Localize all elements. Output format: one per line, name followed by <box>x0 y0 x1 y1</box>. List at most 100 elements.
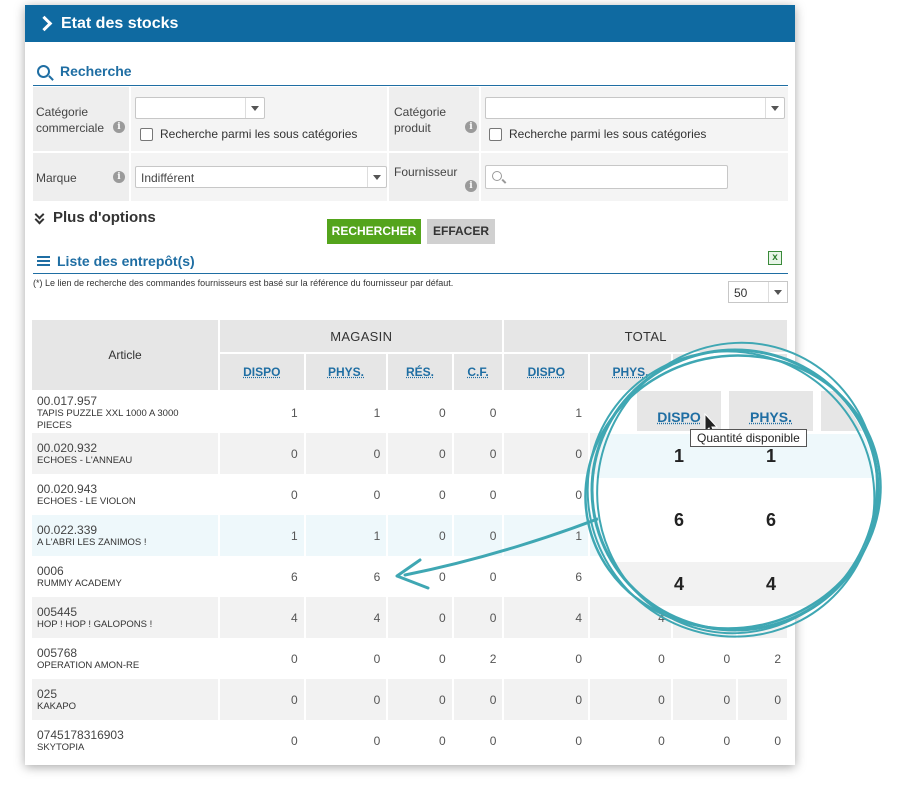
clear-button[interactable]: EFFACER <box>427 219 495 244</box>
article-cell[interactable]: 005768 OPERATION AMON-RE <box>32 638 220 679</box>
info-icon[interactable]: i <box>465 180 477 192</box>
zoom-column-header-label[interactable]: DISPO <box>637 409 721 425</box>
categorie-produit-select[interactable] <box>485 97 785 119</box>
search-icon <box>492 171 502 181</box>
column-header-label[interactable]: PHYS. <box>612 365 648 379</box>
stock-value-cell: 0 <box>504 638 591 679</box>
stock-value-cell: 0 <box>454 556 505 597</box>
checkbox-box[interactable] <box>489 127 502 141</box>
marque-label: Marque <box>36 171 77 185</box>
stock-value-cell: 0 <box>220 474 306 515</box>
article-cell[interactable]: 0745178316903 SKYTOPIA <box>32 720 220 761</box>
article-cell[interactable]: 005445 HOP ! HOP ! GALOPONS ! <box>32 597 220 638</box>
article-label: ECHOES - L'ANNEAU <box>37 454 133 466</box>
article-code: 00.022.339 <box>37 522 98 537</box>
info-icon[interactable]: i <box>113 171 125 183</box>
stock-value-cell: 0 <box>590 679 673 720</box>
stock-value-cell: 0 <box>220 720 306 761</box>
article-cell[interactable]: 00.017.957 TAPIS PUZZLE XXL 1000 A 3000 P… <box>32 392 220 433</box>
stock-value-cell: 0 <box>306 474 389 515</box>
stock-value-cell: 0 <box>504 474 591 515</box>
stock-value-cell: 0 <box>306 638 389 679</box>
stock-value-cell: 0 <box>590 720 673 761</box>
stock-value-cell: 0 <box>738 720 789 761</box>
article-cell[interactable]: 00.020.943 ECHOES - LE VIOLON <box>32 474 220 515</box>
categorie-commerciale-select[interactable] <box>135 97 265 119</box>
checkbox-box[interactable] <box>140 127 153 141</box>
stock-value-cell: 0 <box>673 638 739 679</box>
list-heading: Liste des entrepôt(s) <box>57 253 195 269</box>
title-bar[interactable]: Etat des stocks <box>25 5 795 42</box>
column-header[interactable]: PHYS. <box>305 354 389 392</box>
stock-value-cell: 0 <box>453 433 505 474</box>
article-header[interactable]: Article <box>32 320 220 392</box>
table-row[interactable]: 0745178316903 SKYTOPIA 0 0 0 0 0 0 0 0 <box>32 720 789 761</box>
more-options-toggle[interactable]: Plus d'options <box>35 209 156 226</box>
chevron-down-icon <box>768 282 787 302</box>
stock-value-cell: 0 <box>388 679 454 720</box>
table-row[interactable]: 025 KAKAPO 0 0 0 0 0 0 0 0 <box>32 679 789 720</box>
stock-value-cell: 4 <box>504 597 591 638</box>
stock-value-cell: 0 <box>454 720 505 761</box>
column-header-label[interactable]: PHYS. <box>328 365 364 379</box>
zoom-value-cell: 6 <box>673 510 684 530</box>
article-cell[interactable]: 025 KAKAPO <box>32 679 220 720</box>
fournisseur-label-cell: Fournisseur i <box>389 153 479 201</box>
article-cell[interactable]: 00.022.339 A L'ABRI LES ZANIMOS ! <box>32 515 220 556</box>
categorie-produit-subcat-checkbox[interactable]: Recherche parmi les sous catégories <box>489 127 706 141</box>
categorie-produit-field-cell: Recherche parmi les sous catégories <box>481 87 788 151</box>
article-cell[interactable]: 0006 RUMMY ACADEMY <box>32 556 220 597</box>
tooltip: Quantité disponible <box>690 429 807 447</box>
column-header[interactable]: DISPO <box>504 354 591 392</box>
stock-value-cell: 0 <box>504 679 591 720</box>
page-size-value: 50 <box>734 286 748 300</box>
zoom-column-header-label[interactable]: PHYS. <box>729 409 813 425</box>
fournisseur-label: Fournisseur <box>394 165 458 179</box>
stock-value-cell: 1 <box>504 392 591 433</box>
page-title: Etat des stocks <box>61 14 179 32</box>
page-size-select[interactable]: 50 <box>728 281 788 303</box>
table-row[interactable]: 005768 OPERATION AMON-RE 0 0 0 2 0 0 0 2 <box>32 638 789 679</box>
zoom-value-cell: 4 <box>673 574 684 594</box>
excel-export-icon[interactable]: x <box>768 251 782 265</box>
categorie-commerciale-label: Catégorie commerciale <box>36 105 105 135</box>
column-header-label[interactable]: DISPO <box>243 365 280 379</box>
stock-value-cell: 0 <box>388 515 454 556</box>
categorie-produit-label-cell: Catégorie produit i <box>389 87 479 151</box>
column-header-label[interactable]: RÉS. <box>406 365 434 379</box>
info-icon[interactable]: i <box>113 121 125 133</box>
column-header-label[interactable]: C.F. <box>467 365 488 379</box>
search-heading: Recherche <box>60 63 132 79</box>
article-code: 0006 <box>37 563 64 578</box>
article-cell[interactable]: 00.020.932 ECHOES - L'ANNEAU <box>32 433 220 474</box>
stock-value-cell: 1 <box>306 392 389 433</box>
article-label: A L'ABRI LES ZANIMOS ! <box>37 536 147 548</box>
chevron-right-icon <box>36 15 53 32</box>
marque-value: Indifférent <box>141 171 195 185</box>
column-header[interactable]: RÉS. <box>388 354 454 392</box>
zoom-column-header-next <box>821 391 875 431</box>
stock-value-cell: 4 <box>220 597 306 638</box>
article-code: 005445 <box>37 604 78 619</box>
column-header[interactable]: C.F. <box>453 354 505 392</box>
article-label: OPERATION AMON-RE <box>37 659 140 671</box>
search-button[interactable]: RECHERCHER <box>327 219 421 244</box>
article-label: HOP ! HOP ! GALOPONS ! <box>37 618 153 630</box>
zoom-column-header[interactable]: PHYS. <box>729 391 813 431</box>
article-code: 00.020.943 <box>37 481 98 496</box>
article-code: 005768 <box>37 645 78 660</box>
article-code: 025 <box>37 686 58 701</box>
marque-select[interactable]: Indifférent <box>135 166 387 188</box>
column-header-label[interactable]: DISPO <box>528 365 565 379</box>
fournisseur-input[interactable] <box>485 165 728 189</box>
categorie-commerciale-subcat-checkbox[interactable]: Recherche parmi les sous catégories <box>140 127 357 141</box>
info-icon[interactable]: i <box>465 121 477 133</box>
categorie-produit-label: Catégorie produit <box>394 105 447 135</box>
stock-value-cell: 0 <box>220 679 306 720</box>
stock-value-cell: 0 <box>738 679 789 720</box>
checkbox-label: Recherche parmi les sous catégories <box>160 127 358 141</box>
zoom-column-header[interactable]: DISPO <box>637 391 721 431</box>
column-header[interactable]: DISPO <box>220 354 306 392</box>
stock-value-cell: 0 <box>504 433 591 474</box>
stock-value-cell: 0 <box>305 433 389 474</box>
